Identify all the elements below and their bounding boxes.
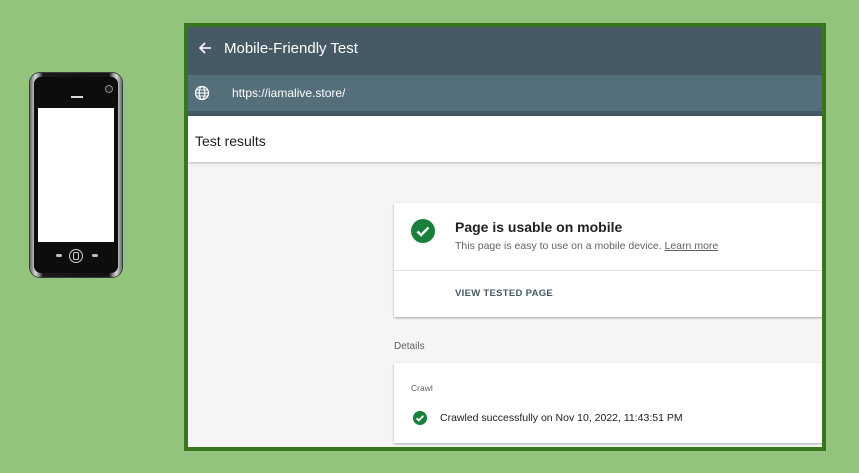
tested-url-bar: https://iamalive.store/ [188, 75, 822, 111]
usable-result-card: Page is usable on mobile This page is ea… [394, 203, 822, 317]
phone-body [34, 77, 118, 273]
check-circle-icon [413, 411, 427, 425]
globe-icon [194, 85, 210, 101]
check-circle-icon [411, 219, 435, 243]
mobile-friendly-test-window: Mobile-Friendly Test https://iamalive.st… [184, 23, 826, 451]
tested-url: https://iamalive.store/ [232, 86, 346, 100]
learn-more-link[interactable]: Learn more [665, 240, 719, 252]
results-header: Test results [188, 116, 822, 162]
usable-description: This page is easy to use on a mobile dev… [455, 240, 718, 252]
mobile-phone-illustration [30, 73, 122, 277]
crawl-label: Crawl [411, 383, 433, 393]
phone-screen [38, 108, 114, 242]
phone-end-key [92, 254, 98, 257]
crawl-status: Crawled successfully on Nov 10, 2022, 11… [440, 412, 683, 424]
card-divider [394, 270, 822, 271]
crawl-card: Crawl Crawled successfully on Nov 10, 20… [394, 363, 822, 443]
details-heading: Details [394, 341, 425, 352]
phone-home-button [69, 249, 83, 263]
app-title: Mobile-Friendly Test [224, 40, 358, 57]
app-toolbar: Mobile-Friendly Test [188, 27, 822, 75]
view-tested-page-button[interactable]: VIEW TESTED PAGE [455, 288, 553, 299]
phone-camera [105, 85, 113, 93]
phone-call-key [56, 254, 62, 257]
usable-title: Page is usable on mobile [455, 219, 623, 235]
page-title: Test results [195, 133, 266, 149]
phone-speaker [71, 96, 83, 98]
usable-description-text: This page is easy to use on a mobile dev… [455, 240, 662, 252]
arrow-left-icon[interactable] [198, 41, 212, 55]
